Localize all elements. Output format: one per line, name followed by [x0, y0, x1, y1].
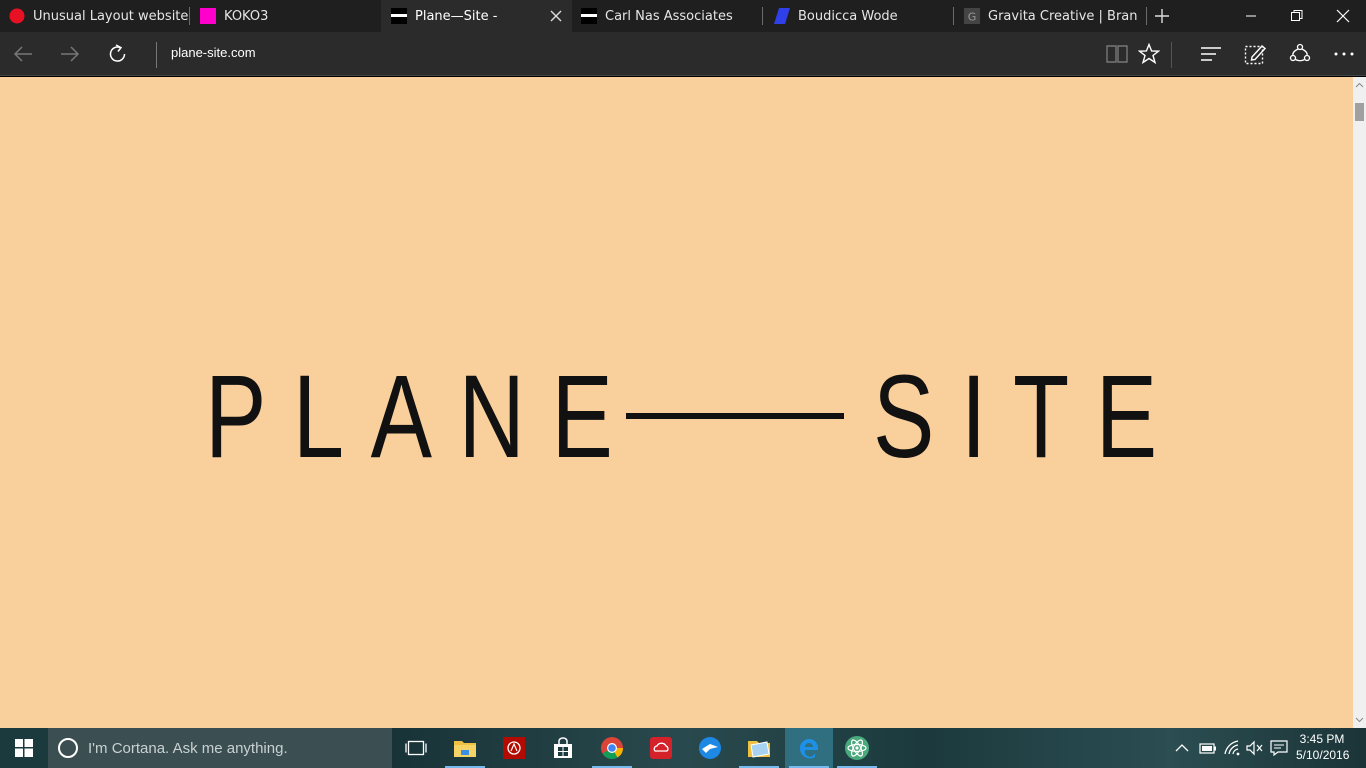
- hub-button[interactable]: [1199, 42, 1223, 66]
- restore-button[interactable]: [1274, 0, 1320, 32]
- taskbar: I'm Cortana. Ask me anything. 3:45 PM 5/…: [0, 728, 1366, 768]
- vertical-scrollbar[interactable]: [1353, 77, 1366, 728]
- tab-title: Unusual Layout websites,: [33, 8, 188, 24]
- minimize-icon: [1246, 15, 1256, 17]
- chevron-up-icon: [1175, 744, 1189, 752]
- tab-koko3[interactable]: KOKO3: [190, 0, 380, 32]
- battery-icon: [1199, 743, 1216, 754]
- photos-folder-button[interactable]: [735, 728, 783, 768]
- volume-button[interactable]: [1244, 728, 1266, 768]
- star-icon: [1138, 43, 1160, 65]
- scroll-thumb[interactable]: [1355, 103, 1364, 121]
- close-icon: [1336, 9, 1350, 23]
- scroll-up-arrow-icon[interactable]: [1355, 81, 1364, 90]
- hub-icon: [1201, 47, 1221, 61]
- tab-boudicca[interactable]: Boudicca Wode: [763, 0, 953, 32]
- action-center-button[interactable]: [1268, 728, 1290, 768]
- clock-date: 5/10/2016: [1296, 748, 1350, 762]
- store-icon: [554, 737, 572, 758]
- share-button[interactable]: [1288, 42, 1312, 66]
- cortana-search-box[interactable]: I'm Cortana. Ask me anything.: [48, 728, 392, 768]
- g-letter-icon: G: [964, 8, 980, 24]
- new-tab-icon[interactable]: [1152, 6, 1172, 26]
- atom-icon: [845, 736, 869, 760]
- tab-title: Boudicca Wode: [798, 8, 898, 24]
- tab-gravita[interactable]: G Gravita Creative | Branding: [954, 0, 1138, 32]
- minimize-button[interactable]: [1228, 0, 1274, 32]
- refresh-icon: [109, 44, 126, 62]
- atom-button[interactable]: [833, 728, 881, 768]
- store-button[interactable]: [539, 728, 587, 768]
- creative-cloud-button[interactable]: [637, 728, 685, 768]
- tab-title: Plane—Site -: [415, 8, 498, 24]
- address-divider: [156, 42, 157, 68]
- web-note-icon: [1244, 45, 1266, 65]
- web-note-button[interactable]: [1243, 42, 1267, 66]
- logo-dash: [626, 413, 844, 419]
- refresh-button[interactable]: [106, 42, 130, 66]
- edge-icon: [799, 738, 818, 759]
- black-bar-icon: [391, 8, 407, 24]
- close-tab-icon[interactable]: [548, 8, 564, 24]
- chrome-button[interactable]: [588, 728, 636, 768]
- share-icon: [1289, 43, 1311, 62]
- svg-text:G: G: [968, 11, 977, 24]
- acrobat-icon: [503, 737, 525, 759]
- forward-button[interactable]: [58, 42, 82, 66]
- cortana-placeholder: I'm Cortana. Ask me anything.: [88, 739, 288, 757]
- magenta-square-icon: [200, 8, 216, 24]
- site-logo[interactable]: PLANE SITE: [205, 351, 1157, 483]
- tab-carl-nas[interactable]: Carl Nas Associates: [573, 0, 761, 32]
- tab-unusual-layout[interactable]: Unusual Layout websites,: [0, 0, 188, 32]
- back-button[interactable]: [11, 42, 35, 66]
- tab-title: Gravita Creative | Branding: [988, 8, 1138, 24]
- tab-title: Carl Nas Associates: [605, 8, 733, 24]
- show-hidden-icons-button[interactable]: [1172, 728, 1192, 768]
- reading-view-icon: [1106, 45, 1128, 63]
- toolbar-divider: [1171, 42, 1172, 68]
- scroll-down-arrow-icon[interactable]: [1355, 715, 1364, 724]
- navigation-bar: plane-site.com: [0, 32, 1366, 76]
- acrobat-button[interactable]: [490, 728, 538, 768]
- messenger-icon: [699, 737, 721, 759]
- logo-word-site: SITE: [873, 351, 1184, 483]
- folder-photos-icon: [748, 741, 770, 758]
- start-button[interactable]: [0, 728, 48, 768]
- task-view-button[interactable]: [392, 728, 440, 768]
- restore-icon: [1291, 10, 1303, 21]
- system-clock[interactable]: 3:45 PM 5/10/2016: [1296, 731, 1350, 763]
- creative-cloud-icon: [650, 737, 672, 759]
- tab-title: KOKO3: [224, 8, 269, 24]
- cortana-icon: [58, 738, 78, 758]
- favorite-button[interactable]: [1137, 42, 1161, 66]
- black-bar-icon: [581, 8, 597, 24]
- more-dots-icon: [1334, 52, 1354, 56]
- file-explorer-icon: [454, 741, 476, 757]
- notification-icon: [1270, 740, 1288, 756]
- back-arrow-icon: [13, 46, 32, 62]
- messenger-button[interactable]: [686, 728, 734, 768]
- logo-word-plane: PLANE: [205, 351, 640, 483]
- edge-button[interactable]: [785, 728, 833, 768]
- task-view-icon: [405, 740, 427, 756]
- tab-strip: Unusual Layout websites, KOKO3 Plane—Sit…: [0, 0, 1366, 32]
- battery-button[interactable]: [1197, 728, 1219, 768]
- more-button[interactable]: [1332, 42, 1356, 66]
- volume-muted-icon: [1246, 740, 1263, 756]
- windows-logo-icon: [15, 739, 33, 757]
- tab-divider: [1146, 7, 1147, 25]
- chrome-icon: [601, 737, 623, 759]
- address-bar[interactable]: plane-site.com: [171, 45, 256, 60]
- reading-view-button[interactable]: [1105, 42, 1129, 66]
- red-circle-icon: [9, 8, 25, 24]
- file-explorer-button[interactable]: [441, 728, 489, 768]
- network-button[interactable]: [1222, 728, 1244, 768]
- clock-time: 3:45 PM: [1299, 732, 1345, 746]
- wifi-icon: [1224, 740, 1240, 756]
- close-window-button[interactable]: [1320, 0, 1366, 32]
- page-viewport: PLANE SITE: [0, 77, 1353, 728]
- forward-arrow-icon: [61, 46, 80, 62]
- tab-plane-site[interactable]: Plane—Site -: [381, 0, 572, 32]
- blue-parallelogram-icon: [774, 8, 790, 24]
